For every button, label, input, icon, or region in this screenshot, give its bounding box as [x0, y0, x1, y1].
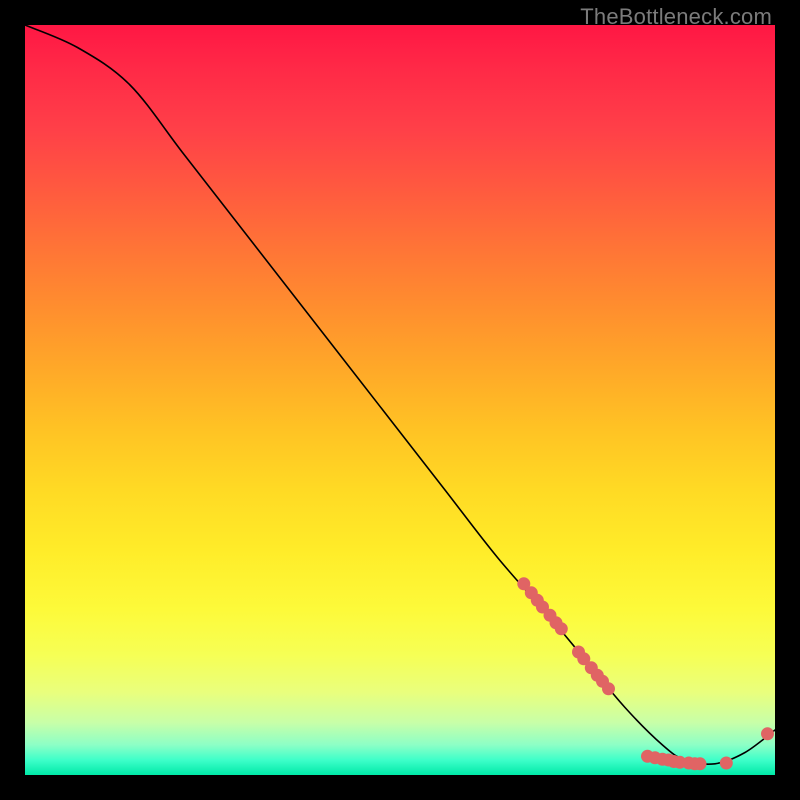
marker-dot [694, 757, 707, 770]
marker-dot [602, 682, 615, 695]
marker-dot [720, 757, 733, 770]
curve-svg [25, 25, 775, 775]
plot-area [25, 25, 775, 775]
chart-stage: TheBottleneck.com [0, 0, 800, 800]
marker-dot [761, 727, 774, 740]
bottleneck-curve [25, 25, 775, 764]
marker-dot [555, 622, 568, 635]
marker-dots [517, 577, 774, 770]
